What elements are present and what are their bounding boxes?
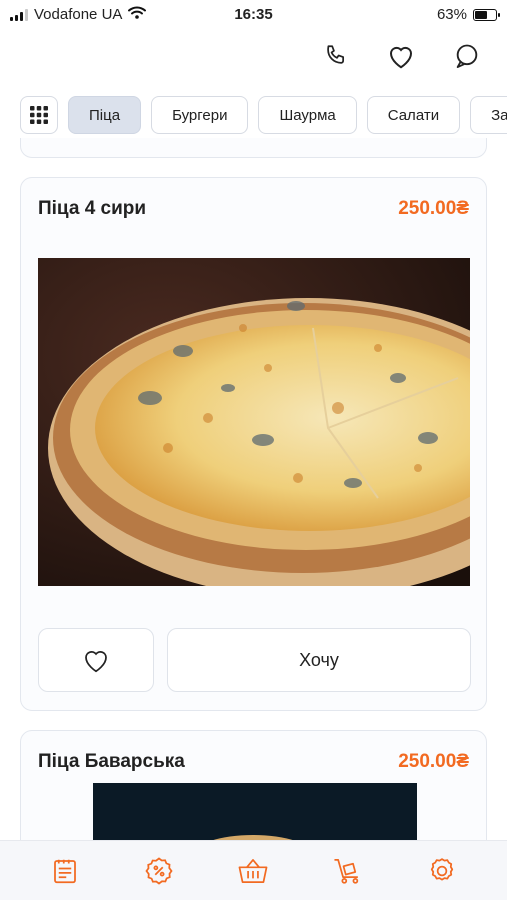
phone-icon[interactable] (316, 36, 356, 76)
product-title: Піца Баварська (38, 751, 185, 772)
tab-bar (0, 840, 507, 900)
tab-menu[interactable] (45, 851, 85, 891)
top-bar (0, 30, 507, 86)
battery-percent: 63% (436, 6, 467, 23)
settings-icon (430, 857, 453, 880)
tab-discounts[interactable] (139, 851, 179, 891)
chat-icon[interactable] (447, 36, 487, 76)
previous-card-edge (20, 138, 487, 158)
category-chip-salads[interactable]: Салати (366, 96, 461, 134)
product-card: Піца 4 сири 250.00₴ Хочу (20, 177, 487, 711)
category-chip-snacks[interactable]: Заку (470, 96, 507, 134)
clock: 16:35 (234, 6, 273, 23)
product-title: Піца 4 сири (38, 198, 147, 219)
status-right: 63% (436, 6, 500, 23)
battery-icon (473, 8, 500, 21)
tab-settings[interactable] (422, 851, 462, 891)
heart-icon (85, 651, 107, 673)
category-chip-burgers[interactable]: Бургери (151, 96, 249, 134)
category-bar: Піца Бургери Шаурма Салати Заку (0, 96, 507, 138)
favorite-button[interactable] (38, 628, 154, 692)
want-button[interactable]: Хочу (167, 628, 471, 692)
category-chip-pizza[interactable]: Піца (68, 96, 142, 134)
discount-icon (145, 856, 173, 885)
product-price: 250.00₴ (398, 198, 469, 219)
grid-icon (30, 106, 48, 124)
status-bar: Vodafone UA 16:35 63% (0, 0, 507, 30)
product-image[interactable] (38, 258, 470, 586)
favorites-heart-icon[interactable] (381, 36, 421, 76)
menu-icon (54, 859, 76, 883)
tab-delivery[interactable] (328, 851, 368, 891)
tab-basket[interactable] (233, 851, 273, 891)
delivery-icon (334, 858, 358, 884)
grid-menu-button[interactable] (20, 96, 58, 134)
category-chip-shawarma[interactable]: Шаурма (258, 96, 357, 134)
product-price: 250.00₴ (398, 751, 469, 772)
basket-icon (239, 858, 268, 883)
